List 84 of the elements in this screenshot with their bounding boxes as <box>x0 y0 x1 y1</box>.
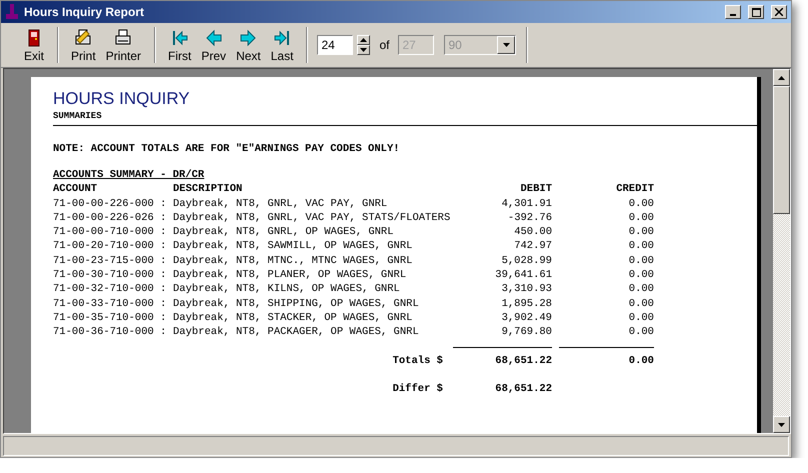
table-cell-text: 71-00-00-226-000 : <box>53 196 168 211</box>
table-cell-text: 0.00 <box>628 282 654 297</box>
column-header: DEBIT <box>519 182 552 197</box>
app-icon <box>5 4 19 20</box>
toolbar-button[interactable]: Exit <box>21 28 48 62</box>
table-cell-text: 0.00 <box>628 325 654 340</box>
table-cell-text: 71-00-32-710-000 : <box>53 282 168 297</box>
table-cell-text: Daybreak, NT8, KILNS, OP WAGES, GNRL <box>173 282 401 297</box>
close-button[interactable] <box>771 5 787 19</box>
toolbar-button[interactable]: Printer <box>102 28 144 62</box>
table-cell-text: Daybreak, NT8, PACKAGER, OP WAGES, GNRL <box>173 325 420 340</box>
report-title: HOURS INQUIRY <box>53 89 191 110</box>
table-cell-text: 1,895.28 <box>500 296 552 311</box>
column-header: CREDIT <box>615 182 654 197</box>
table-cell-text: 71-00-35-710-000 : <box>53 310 168 326</box>
table-cell-text: 742.97 <box>513 239 552 254</box>
differ-value: 68,651.22 <box>494 382 552 396</box>
table-cell-text: 9,769.80 <box>500 325 552 340</box>
table-cell-text: 3,310.93 <box>500 282 552 297</box>
table-cell-text: 39,641.61 <box>494 268 552 282</box>
report-subtitle: SUMMARIES <box>53 111 757 126</box>
minimize-button[interactable] <box>725 5 741 19</box>
scrollbar[interactable] <box>773 69 790 433</box>
table-cell-text: Daybreak, NT8, SAWMILL, OP WAGES, GNRL <box>173 239 414 254</box>
toolbar-button[interactable]: First <box>165 28 194 62</box>
print-icon <box>73 28 94 48</box>
toolbar-button[interactable]: Prev <box>198 28 230 62</box>
table-cell-text: 71-00-00-226-026 : <box>53 210 168 226</box>
column-header: DESCRIPTION <box>173 182 244 197</box>
table-cell-text: -392.76 <box>506 210 552 226</box>
table-cell-text: 3,902.49 <box>500 310 552 326</box>
toolbar-button[interactable]: Last <box>268 28 296 62</box>
section-heading: ACCOUNTS SUMMARY - DR/CR <box>53 168 204 182</box>
down-triangle-icon <box>360 48 368 52</box>
page-field[interactable]: 24 <box>317 35 354 55</box>
printer-icon <box>113 28 134 48</box>
total-value: 0.00 <box>628 354 654 368</box>
table-cell-text: Daybreak, NT8, SHIPPING, OP WAGES, GNRL <box>173 296 420 311</box>
table-cell-text: 0.00 <box>628 268 654 282</box>
table-cell-text: 450.00 <box>513 225 552 240</box>
table-cell-text: 0.00 <box>628 239 654 254</box>
window-title: Hours Inquiry Report <box>24 5 146 19</box>
toolbar-button[interactable]: Next <box>233 28 264 62</box>
right-arrow-icon <box>238 28 258 48</box>
scroll-down-button[interactable] <box>773 416 790 433</box>
scroll-up-button[interactable] <box>773 69 790 86</box>
note-text: NOTE: ACCOUNT TOTALS ARE FOR "E"ARNINGS PAY CODES ONLY! <box>53 142 401 156</box>
toolbar-button[interactable]: Print <box>68 28 99 62</box>
table-cell-text: 0.00 <box>628 254 654 268</box>
table-cell-text: 71-00-23-715-000 : <box>53 254 168 268</box>
table-cell-text: 0.00 <box>628 296 654 311</box>
spin-up-button[interactable] <box>357 35 370 45</box>
spin-down-button[interactable] <box>357 45 370 55</box>
table-cell-text: Daybreak, NT8, MTNC., MTNC WAGES, GNRL <box>173 254 414 268</box>
left-arrow-icon <box>204 28 224 48</box>
table-cell-text: Daybreak, NT8, GNRL, VAC PAY, STATS/FLOATERS <box>173 210 452 226</box>
differ-label: Differ $ <box>392 382 444 396</box>
up-triangle-icon <box>360 38 368 42</box>
maximize-icon <box>752 8 760 16</box>
total-value: 68,651.22 <box>494 354 552 368</box>
table-cell-text: Daybreak, NT8, STACKER, OP WAGES, GNRL <box>173 310 414 326</box>
table-cell-text: 71-00-33-710-000 : <box>53 296 168 311</box>
table-cell-text: Daybreak, NT8, GNRL, VAC PAY, GNRL <box>173 196 388 211</box>
totals-label: Totals $ <box>392 354 444 368</box>
table-cell-text: 4,301.91 <box>500 196 552 211</box>
table-cell-text: 71-00-30-710-000 : <box>53 268 168 282</box>
table-cell-text: 0.00 <box>628 225 654 240</box>
maximize-button[interactable] <box>748 5 764 19</box>
table-cell-text: Daybreak, NT8, PLANER, OP WAGES, GNRL <box>173 268 408 282</box>
scroll-thumb[interactable] <box>773 86 790 214</box>
table-cell-text: 0.00 <box>628 310 654 326</box>
column-header: ACCOUNT <box>53 182 98 197</box>
dropdown-icon <box>502 43 510 47</box>
table-cell-text: 0.00 <box>628 196 654 211</box>
table-cell-text: 5,028.99 <box>500 254 552 268</box>
table-cell-text: 0.00 <box>628 210 654 226</box>
table-cell-text: 71-00-00-710-000 : <box>53 225 168 240</box>
table-cell-text: Daybreak, NT8, GNRL, OP WAGES, GNRL <box>173 225 395 240</box>
table-cell-text: 71-00-20-710-000 : <box>53 239 168 254</box>
close-icon <box>775 8 783 16</box>
up-triangle-icon <box>778 76 785 80</box>
table-cell-text: 71-00-36-710-000 : <box>53 325 168 340</box>
of-label: of <box>379 38 390 52</box>
down-triangle-icon <box>778 422 785 426</box>
